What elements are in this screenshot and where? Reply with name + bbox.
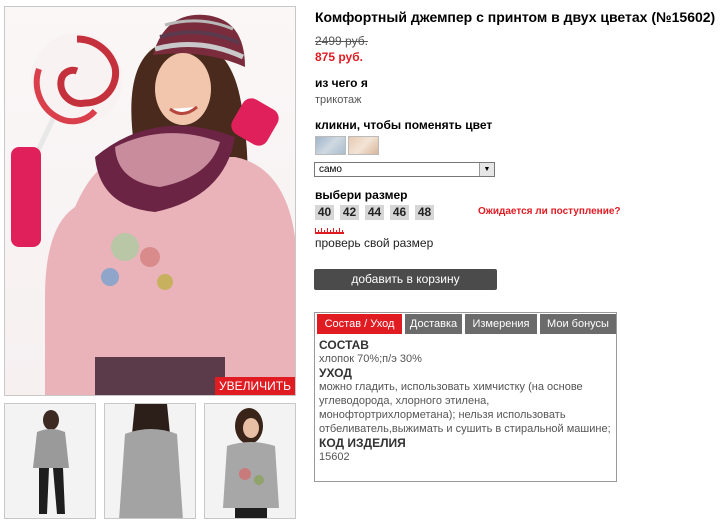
product-code-heading: КОД ИЗДЕЛИЯ: [319, 436, 406, 450]
main-product-photo[interactable]: УВЕЛИЧИТЬ: [4, 6, 296, 396]
old-price: 2499 руб.: [315, 34, 368, 48]
tab-measurements[interactable]: Измерения: [465, 314, 537, 334]
material-value: трикотаж: [315, 94, 362, 106]
color-swatch-1[interactable]: [315, 136, 346, 155]
color-select[interactable]: само ▼: [314, 162, 495, 177]
ruler-icon: [315, 228, 344, 234]
thumbnail-photo: [105, 404, 195, 518]
thumbnail-3[interactable]: [204, 403, 296, 519]
tab-composition-care[interactable]: Состав / Уход: [317, 314, 402, 334]
care-heading: УХОД: [319, 366, 352, 380]
material-label: из чего я: [315, 76, 368, 90]
thumbnail-photo: [5, 404, 95, 518]
tab-delivery[interactable]: Доставка: [405, 314, 462, 334]
tab-bonuses[interactable]: Мои бонусы: [540, 314, 616, 334]
thumbnail-1[interactable]: [4, 403, 96, 519]
product-title: Комфортный джемпер с принтом в двух цвет…: [315, 9, 716, 25]
color-select-value: само: [319, 164, 342, 175]
care-value: можно гладить, использовать химчистку (н…: [319, 381, 611, 435]
size-option-42[interactable]: 42: [340, 205, 359, 220]
size-option-48[interactable]: 48: [415, 205, 434, 220]
zoom-button[interactable]: УВЕЛИЧИТЬ: [215, 377, 295, 395]
thumbnail-2[interactable]: [104, 403, 196, 519]
composition-heading: СОСТАВ: [319, 338, 369, 352]
sale-price: 875 руб.: [315, 50, 363, 64]
chevron-down-icon[interactable]: ▼: [479, 163, 494, 176]
product-details-panel: Состав / Уход Доставка Измерения Мои бон…: [314, 312, 617, 482]
size-label: выбери размер: [315, 188, 408, 202]
composition-value: хлопок 70%;п/э 30%: [319, 353, 422, 365]
size-option-46[interactable]: 46: [390, 205, 409, 220]
size-option-40[interactable]: 40: [315, 205, 334, 220]
size-option-44[interactable]: 44: [365, 205, 384, 220]
model-photo-illustration: [11, 14, 295, 395]
details-content: СОСТАВ хлопок 70%;п/э 30% УХОД можно гла…: [319, 338, 611, 464]
product-code-value: 15602: [319, 451, 350, 463]
check-size-link[interactable]: проверь свой размер: [315, 236, 433, 250]
availability-notify-link[interactable]: Ожидается ли поступление?: [478, 206, 621, 217]
add-to-cart-button[interactable]: добавить в корзину: [314, 269, 497, 290]
color-swatch-2[interactable]: [348, 136, 379, 155]
thumbnail-photo: [205, 404, 295, 518]
color-label: кликни, чтобы поменять цвет: [315, 118, 493, 132]
